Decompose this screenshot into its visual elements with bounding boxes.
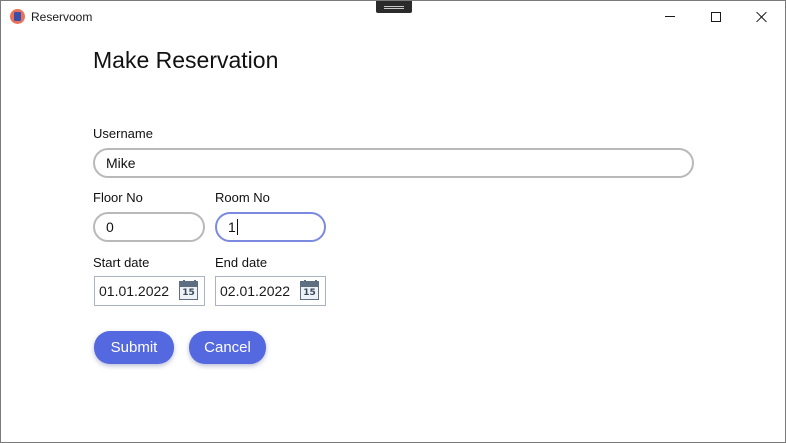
username-label: Username [93,126,153,141]
room-field[interactable]: 1 [215,212,326,242]
username-value: Mike [106,155,136,171]
calendar-icon[interactable]: 15 [300,280,319,300]
room-value: 1 [228,219,236,235]
page-title: Make Reservation [93,47,279,73]
app-window: Reservoom Make Reservation Username Mike… [0,0,786,443]
close-button[interactable] [739,1,785,32]
cancel-button[interactable]: Cancel [189,331,266,364]
maximize-button[interactable] [693,1,739,32]
calendar-day-number: 15 [182,288,195,298]
app-logo-icon [10,9,25,24]
room-label: Room No [215,190,270,205]
end-date-label: End date [215,255,268,270]
text-caret [236,219,238,236]
calendar-icon[interactable]: 15 [179,280,198,300]
window-title: Reservoom [31,10,93,24]
minimize-button[interactable] [647,1,693,32]
calendar-day-number: 15 [303,288,316,298]
start-date-value: 01.01.2022 [99,283,170,299]
end-date-picker[interactable]: 02.01.2022 15 [215,276,326,306]
start-date-picker[interactable]: 01.01.2022 15 [94,276,205,306]
maximize-icon [711,11,721,22]
floor-value: 0 [106,219,114,235]
minimize-icon [665,16,675,17]
title-bar[interactable]: Reservoom [1,1,785,32]
floor-label: Floor No [93,190,143,205]
drag-handle[interactable] [376,1,412,13]
end-date-value: 02.01.2022 [220,283,291,299]
start-date-label: Start date [93,255,150,270]
floor-field[interactable]: 0 [93,212,205,242]
submit-button[interactable]: Submit [94,331,174,364]
username-field[interactable]: Mike [93,148,694,178]
close-icon [756,11,768,23]
